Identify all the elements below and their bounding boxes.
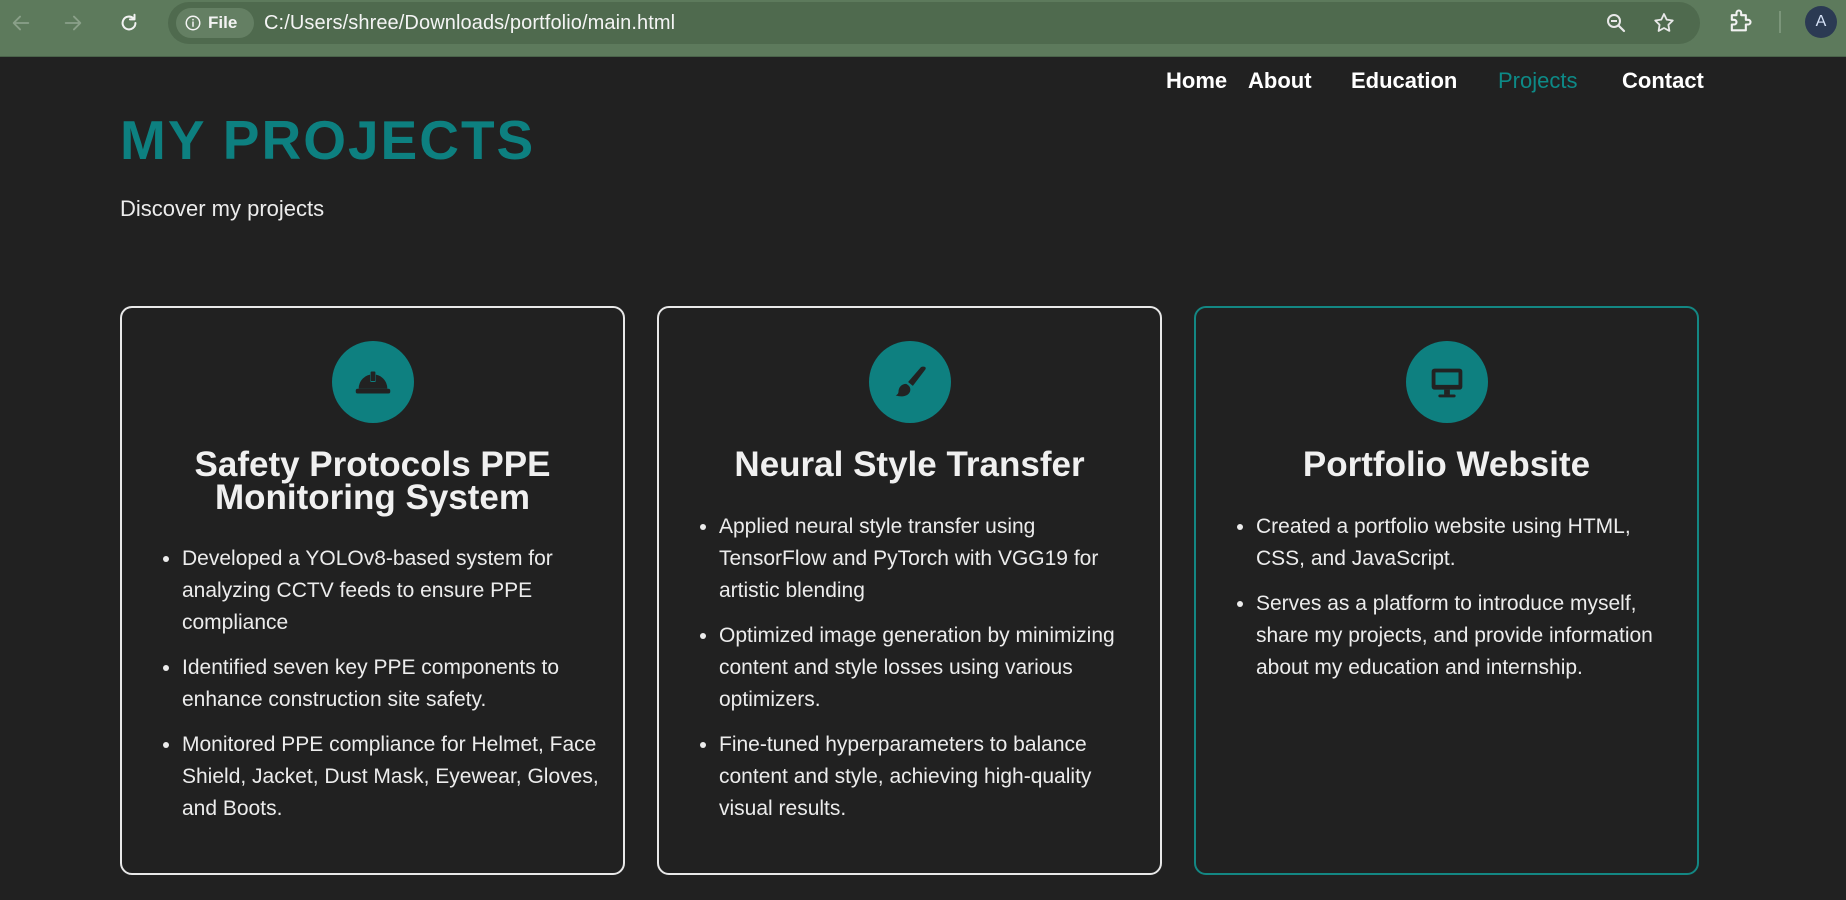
site-info-chip[interactable]: File — [176, 8, 254, 38]
project-title: Safety Protocols PPE Monitoring System — [194, 445, 551, 517]
forward-arrow-icon[interactable] — [58, 8, 88, 38]
address-bar[interactable]: File C:/Users/shree/Downloads/portfolio/… — [168, 2, 1700, 44]
extensions-icon[interactable] — [1726, 7, 1756, 37]
list-item: Fine-tuned hyperparameters to balance co… — [719, 729, 1139, 825]
list-item: Serves as a platform to introduce myself… — [1256, 588, 1676, 684]
site-chip-label: File — [208, 13, 238, 32]
zoom-icon[interactable] — [1604, 11, 1630, 37]
project-card: Portfolio Website Created a portfolio we… — [1194, 306, 1699, 875]
list-item: Applied neural style transfer using Tens… — [719, 511, 1139, 607]
project-title: Portfolio Website — [1302, 445, 1591, 484]
url-text[interactable]: C:/Users/shree/Downloads/portfolio/main.… — [264, 12, 675, 35]
nav-home-link[interactable]: Home — [1166, 68, 1227, 94]
star-icon[interactable] — [1652, 11, 1678, 37]
reload-icon[interactable] — [114, 8, 144, 38]
project-card: Neural Style Transfer Applied neural sty… — [657, 306, 1162, 875]
profile-avatar[interactable]: A — [1805, 6, 1837, 38]
list-item: Identified seven key PPE components to e… — [182, 652, 602, 716]
back-arrow-icon[interactable] — [6, 8, 36, 38]
project-title: Neural Style Transfer — [734, 445, 1085, 484]
project-bullets: Created a portfolio website using HTML, … — [1256, 511, 1676, 697]
toolbar-divider — [1779, 11, 1781, 33]
desktop-monitor-icon — [1405, 341, 1488, 423]
page-title: MY PROJECTS — [120, 109, 536, 171]
nav-about-link[interactable]: About — [1248, 68, 1312, 94]
paintbrush-icon — [868, 341, 951, 423]
nav-projects-link[interactable]: Projects — [1498, 68, 1577, 94]
nav-contact-link[interactable]: Contact — [1622, 68, 1704, 94]
hard-hat-icon — [331, 341, 414, 423]
list-item: Created a portfolio website using HTML, … — [1256, 511, 1676, 575]
list-item: Monitored PPE compliance for Helmet, Fac… — [182, 729, 602, 825]
list-item: Developed a YOLOv8-based system for anal… — [182, 543, 602, 639]
page-subtitle: Discover my projects — [120, 196, 325, 221]
list-item: Optimized image generation by minimizing… — [719, 620, 1139, 716]
browser-toolbar: File C:/Users/shree/Downloads/portfolio/… — [0, 0, 1846, 57]
nav-education-link[interactable]: Education — [1351, 68, 1457, 94]
project-bullets: Applied neural style transfer using Tens… — [719, 511, 1139, 838]
info-icon — [185, 15, 201, 31]
project-card: Safety Protocols PPE Monitoring System D… — [120, 306, 625, 875]
project-bullets: Developed a YOLOv8-based system for anal… — [182, 543, 602, 838]
